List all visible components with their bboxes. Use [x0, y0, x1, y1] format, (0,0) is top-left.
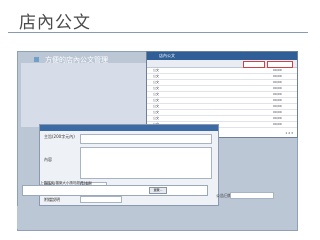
list-item-title: 公文: [153, 92, 160, 96]
list-item-title: 公文: [153, 68, 160, 72]
subject-label: 主旨(200字元內): [44, 134, 75, 139]
list-item-date: 00/00: [273, 98, 282, 102]
list-item-date: 00/00: [273, 80, 282, 84]
browse-button[interactable]: 瀏覽...: [149, 187, 167, 194]
list-item-title: 公文: [153, 98, 160, 102]
list-item-title: 公文: [153, 104, 160, 108]
document-list: 公文 00/00 公文 00/00 公文 00/00 公文 00/00 公文 00/00 公文 00/…: [147, 68, 297, 128]
form-titlebar: [40, 125, 218, 131]
note-label: 附檔說明: [44, 197, 60, 202]
list-pager[interactable]: 1 2 3: [285, 131, 293, 135]
list-window-titlebar: 店內公文: [147, 52, 297, 60]
list-item-title: 公文: [153, 116, 160, 120]
list-item-title: 公文: [153, 86, 160, 90]
search-button[interactable]: [267, 61, 293, 68]
list-item-title: 公文: [153, 74, 160, 78]
publish-date-input[interactable]: [230, 192, 274, 199]
list-item-date: 00/00: [273, 74, 282, 78]
background-list-area: [21, 63, 146, 127]
list-item-date: 00/00: [273, 68, 282, 72]
list-item-title: 公文: [153, 80, 160, 84]
note-input[interactable]: [80, 196, 122, 203]
bullet-caption: 方便的店內公文管理: [45, 56, 108, 64]
list-item-date: 00/00: [273, 92, 282, 96]
list-item-date: 00/00: [273, 116, 282, 120]
upload-field[interactable]: [22, 185, 208, 196]
list-window-title: 店內公文: [159, 53, 175, 58]
slide-title: 店內公文: [19, 13, 91, 33]
title-divider: [8, 32, 308, 33]
bullet-marker: [34, 57, 39, 62]
bottom-strip: [17, 206, 296, 229]
list-item-date: 00/00: [273, 104, 282, 108]
list-item-title: 公文: [153, 110, 160, 114]
list-item-date: 00/00: [273, 86, 282, 90]
list-item-date: 00/00: [273, 122, 282, 126]
content-label: 內容: [44, 157, 52, 162]
list-toolbar: [147, 60, 297, 68]
subject-input[interactable]: [80, 134, 212, 144]
new-document-button[interactable]: [243, 61, 265, 68]
content-textarea[interactable]: [80, 147, 212, 179]
list-item-date: 00/00: [273, 110, 282, 114]
